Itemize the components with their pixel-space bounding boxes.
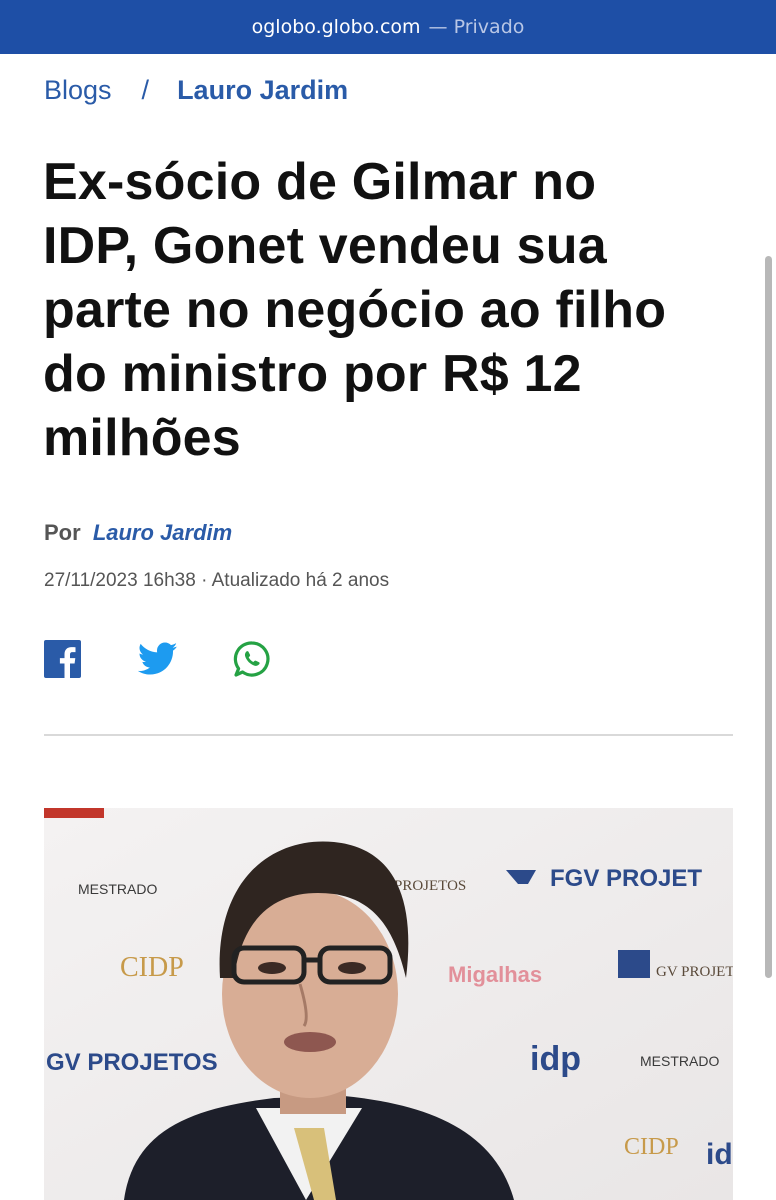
whatsapp-icon[interactable] xyxy=(233,640,271,678)
backdrop-text: GV PROJETOS xyxy=(46,1049,218,1076)
breadcrumb-blog-link[interactable]: Lauro Jardim xyxy=(177,75,348,106)
private-mode-label: — Privado xyxy=(428,16,525,38)
headline-line: Ex-sócio de Gilmar no xyxy=(43,153,597,211)
svg-text:Migalhas: Migalhas xyxy=(448,962,542,987)
url-domain: oglobo.globo.com xyxy=(251,16,421,38)
photo-illustration: MESTRADO FGV PROJET PROJETOS GV PROJETOS… xyxy=(44,808,733,1200)
facebook-icon[interactable] xyxy=(44,640,81,678)
headline-line: milhões xyxy=(43,409,241,467)
backdrop-text: idp xyxy=(530,1040,581,1078)
backdrop-text: MESTRADO xyxy=(78,881,157,897)
backdrop-text: PROJETOS xyxy=(394,878,466,894)
breadcrumb-blogs-link[interactable]: Blogs xyxy=(44,75,112,106)
author-link[interactable]: Lauro Jardim xyxy=(93,520,232,545)
backdrop-text: id xyxy=(706,1138,733,1171)
backdrop-text: CIDP xyxy=(624,1134,679,1160)
backdrop-text: FGV PROJET xyxy=(550,865,702,892)
byline: Por Lauro Jardim xyxy=(44,520,232,546)
twitter-icon[interactable] xyxy=(138,640,178,678)
backdrop-text: GV PROJETOS xyxy=(656,964,733,980)
byline-prefix: Por xyxy=(44,520,81,545)
headline-line: parte no negócio ao filho xyxy=(43,281,667,339)
article-photo[interactable]: MESTRADO FGV PROJET PROJETOS GV PROJETOS… xyxy=(44,808,733,1200)
article-headline: Ex-sócio de Gilmar no IDP, Gonet vendeu … xyxy=(43,150,748,470)
breadcrumb: Blogs / Lauro Jardim xyxy=(44,72,348,108)
headline-line: IDP, Gonet vendeu sua xyxy=(43,217,607,275)
breadcrumb-separator: / xyxy=(141,74,150,105)
browser-url-bar[interactable]: oglobo.globo.com — Privado xyxy=(0,0,776,54)
page-scrollbar[interactable] xyxy=(765,256,772,978)
backdrop-text: CIDP xyxy=(120,952,184,983)
publish-date: 27/11/2023 16h38 · Atualizado há 2 anos xyxy=(44,570,390,591)
section-divider xyxy=(44,734,733,736)
headline-line: do ministro por R$ 12 xyxy=(43,345,582,403)
backdrop-text: MESTRADO xyxy=(640,1053,719,1069)
